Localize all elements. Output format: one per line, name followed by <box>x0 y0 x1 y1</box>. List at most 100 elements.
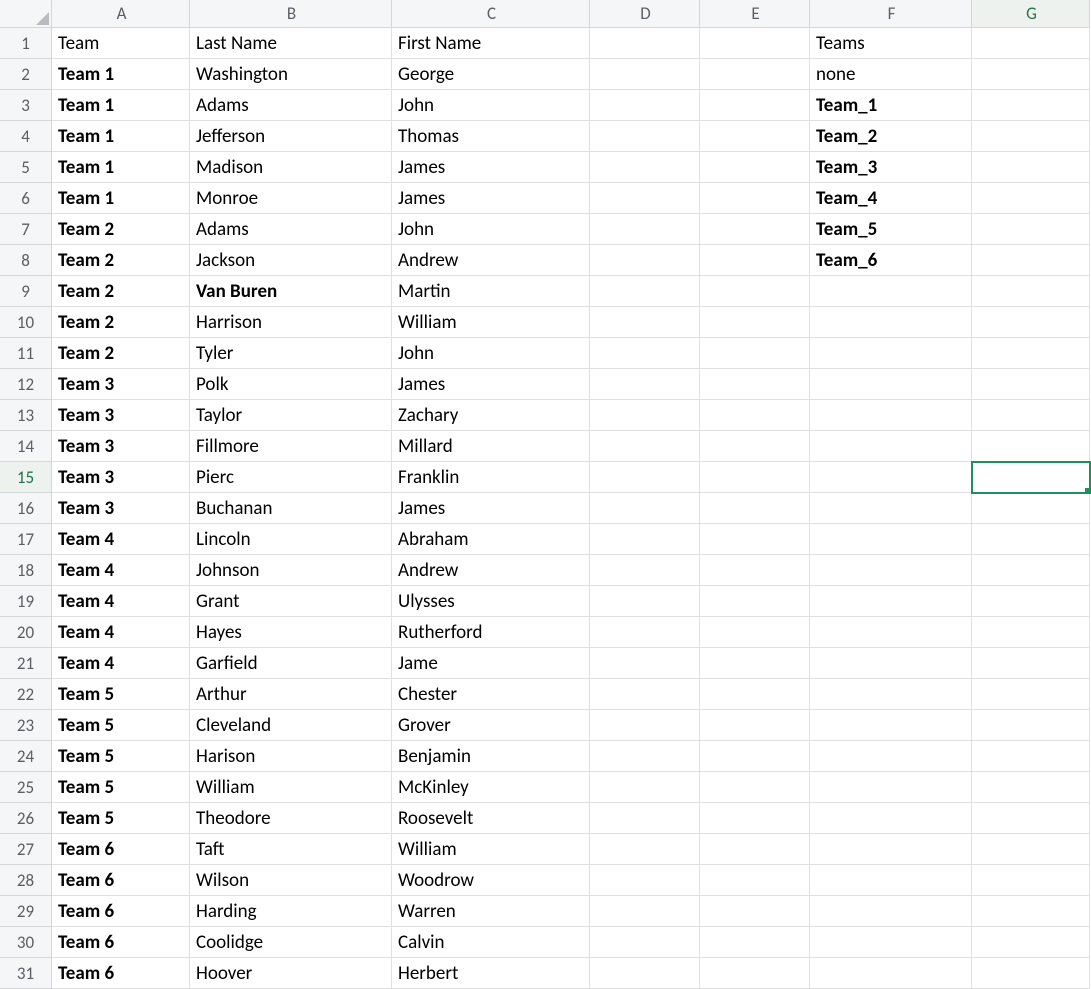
row-header-15[interactable]: 15 <box>0 462 52 493</box>
cell-F30[interactable] <box>810 927 972 958</box>
cell-E25[interactable] <box>700 772 810 803</box>
cell-C18[interactable]: Andrew <box>392 555 590 586</box>
column-header-B[interactable]: B <box>190 0 392 28</box>
row-header-14[interactable]: 14 <box>0 431 52 462</box>
cell-B28[interactable]: Wilson <box>190 865 392 896</box>
cell-D3[interactable] <box>590 90 700 121</box>
cell-D30[interactable] <box>590 927 700 958</box>
cell-A18[interactable]: Team 4 <box>52 555 190 586</box>
cell-C28[interactable]: Woodrow <box>392 865 590 896</box>
cell-E4[interactable] <box>700 121 810 152</box>
cell-D1[interactable] <box>590 28 700 59</box>
cell-G27[interactable] <box>972 834 1090 865</box>
row-header-13[interactable]: 13 <box>0 400 52 431</box>
row-header-3[interactable]: 3 <box>0 90 52 121</box>
cell-F29[interactable] <box>810 896 972 927</box>
cell-G13[interactable] <box>972 400 1090 431</box>
cell-A2[interactable]: Team 1 <box>52 59 190 90</box>
cell-F21[interactable] <box>810 648 972 679</box>
cell-C8[interactable]: Andrew <box>392 245 590 276</box>
row-header-23[interactable]: 23 <box>0 710 52 741</box>
cell-B7[interactable]: Adams <box>190 214 392 245</box>
cell-C23[interactable]: Grover <box>392 710 590 741</box>
cell-A10[interactable]: Team 2 <box>52 307 190 338</box>
cell-G11[interactable] <box>972 338 1090 369</box>
row-header-12[interactable]: 12 <box>0 369 52 400</box>
cell-F5[interactable]: Team_3 <box>810 152 972 183</box>
cell-C19[interactable]: Ulysses <box>392 586 590 617</box>
cell-C4[interactable]: Thomas <box>392 121 590 152</box>
cell-F12[interactable] <box>810 369 972 400</box>
cell-A25[interactable]: Team 5 <box>52 772 190 803</box>
cell-B20[interactable]: Hayes <box>190 617 392 648</box>
cell-E26[interactable] <box>700 803 810 834</box>
cell-B11[interactable]: Tyler <box>190 338 392 369</box>
cell-E3[interactable] <box>700 90 810 121</box>
cell-A6[interactable]: Team 1 <box>52 183 190 214</box>
cell-D14[interactable] <box>590 431 700 462</box>
cell-G4[interactable] <box>972 121 1090 152</box>
cell-B13[interactable]: Taylor <box>190 400 392 431</box>
cell-A16[interactable]: Team 3 <box>52 493 190 524</box>
row-header-2[interactable]: 2 <box>0 59 52 90</box>
cell-G2[interactable] <box>972 59 1090 90</box>
cell-A26[interactable]: Team 5 <box>52 803 190 834</box>
cell-E21[interactable] <box>700 648 810 679</box>
cell-G25[interactable] <box>972 772 1090 803</box>
cell-C6[interactable]: James <box>392 183 590 214</box>
row-header-16[interactable]: 16 <box>0 493 52 524</box>
cell-C17[interactable]: Abraham <box>392 524 590 555</box>
cell-G29[interactable] <box>972 896 1090 927</box>
cell-B6[interactable]: Monroe <box>190 183 392 214</box>
cell-B21[interactable]: Garfield <box>190 648 392 679</box>
cell-C31[interactable]: Herbert <box>392 958 590 989</box>
cell-E19[interactable] <box>700 586 810 617</box>
cell-C27[interactable]: William <box>392 834 590 865</box>
cell-A29[interactable]: Team 6 <box>52 896 190 927</box>
cell-F4[interactable]: Team_2 <box>810 121 972 152</box>
cell-F6[interactable]: Team_4 <box>810 183 972 214</box>
cell-D16[interactable] <box>590 493 700 524</box>
cell-C24[interactable]: Benjamin <box>392 741 590 772</box>
cell-F2[interactable]: none <box>810 59 972 90</box>
cell-G24[interactable] <box>972 741 1090 772</box>
cell-A27[interactable]: Team 6 <box>52 834 190 865</box>
cell-G21[interactable] <box>972 648 1090 679</box>
column-header-G[interactable]: G <box>972 0 1090 28</box>
cell-D15[interactable] <box>590 462 700 493</box>
cell-A5[interactable]: Team 1 <box>52 152 190 183</box>
cell-B4[interactable]: Jefferson <box>190 121 392 152</box>
row-header-5[interactable]: 5 <box>0 152 52 183</box>
row-header-4[interactable]: 4 <box>0 121 52 152</box>
cell-E16[interactable] <box>700 493 810 524</box>
cell-B25[interactable]: William <box>190 772 392 803</box>
cell-G22[interactable] <box>972 679 1090 710</box>
row-header-25[interactable]: 25 <box>0 772 52 803</box>
cell-G16[interactable] <box>972 493 1090 524</box>
cell-F18[interactable] <box>810 555 972 586</box>
cell-G8[interactable] <box>972 245 1090 276</box>
row-header-11[interactable]: 11 <box>0 338 52 369</box>
cell-A17[interactable]: Team 4 <box>52 524 190 555</box>
row-header-7[interactable]: 7 <box>0 214 52 245</box>
column-header-A[interactable]: A <box>52 0 190 28</box>
cell-D12[interactable] <box>590 369 700 400</box>
cell-D23[interactable] <box>590 710 700 741</box>
cell-C12[interactable]: James <box>392 369 590 400</box>
cell-F1[interactable]: Teams <box>810 28 972 59</box>
cell-C20[interactable]: Rutherford <box>392 617 590 648</box>
cell-A7[interactable]: Team 2 <box>52 214 190 245</box>
cell-A9[interactable]: Team 2 <box>52 276 190 307</box>
cell-A20[interactable]: Team 4 <box>52 617 190 648</box>
column-header-F[interactable]: F <box>810 0 972 28</box>
cell-F15[interactable] <box>810 462 972 493</box>
cell-D19[interactable] <box>590 586 700 617</box>
cell-D21[interactable] <box>590 648 700 679</box>
cell-E18[interactable] <box>700 555 810 586</box>
cell-C13[interactable]: Zachary <box>392 400 590 431</box>
cell-B2[interactable]: Washington <box>190 59 392 90</box>
cell-D17[interactable] <box>590 524 700 555</box>
cell-G31[interactable] <box>972 958 1090 989</box>
cell-E17[interactable] <box>700 524 810 555</box>
cell-F20[interactable] <box>810 617 972 648</box>
